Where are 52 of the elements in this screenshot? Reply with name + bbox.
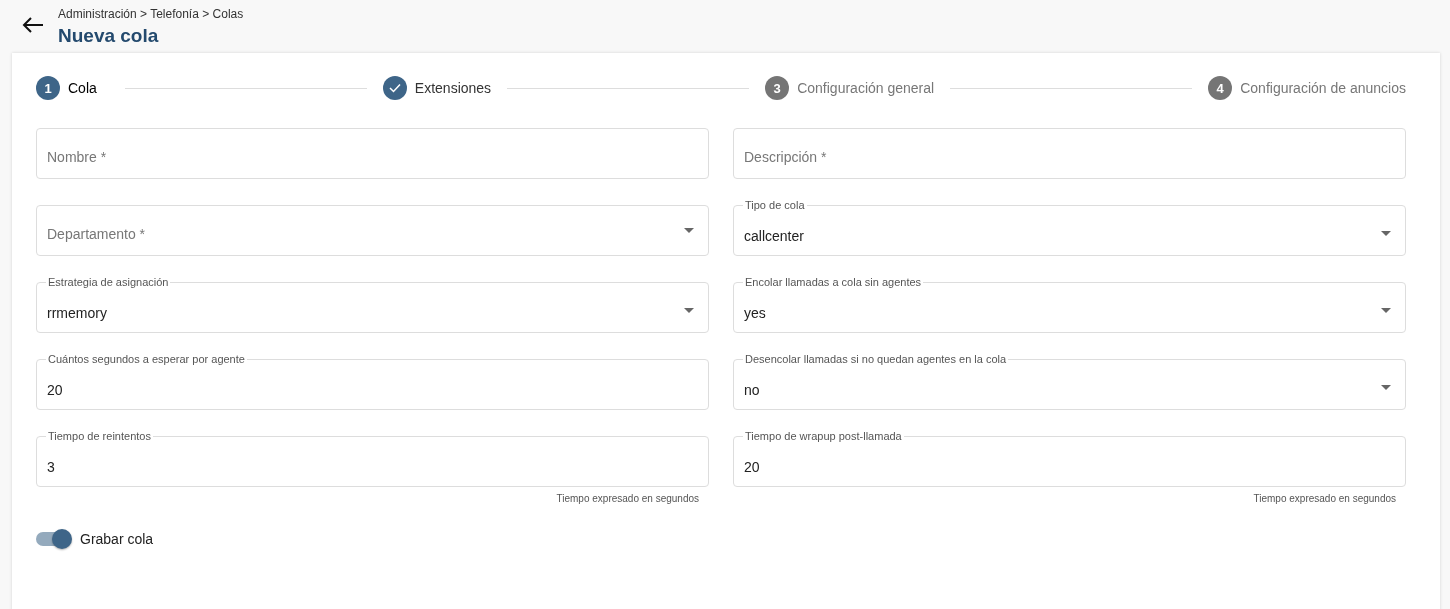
step[interactable]: 1 Cola [36,76,97,100]
field-label: Tiempo de reintentos [47,430,152,443]
dropdown-caret-icon [684,228,694,233]
field-value: rrmemory [47,304,107,321]
field-value: callcenter [744,227,804,244]
field-label: Desencolar llamadas si no quedan agentes en la cola [744,353,1008,366]
input-field[interactable]: Nombre * [36,128,709,179]
back-arrow-icon [22,17,44,33]
dropdown-field[interactable]: Desencolar llamadas si no quedan agentes en la cola no [733,353,1406,410]
step-number: 1 [36,76,60,100]
helper-text: Tiempo expresado en segundos [1253,493,1396,504]
toggle-label: Grabar cola [80,531,154,547]
field-placeholder: Descripción * [744,148,827,165]
back-button[interactable] [22,17,44,33]
field-value: 20 [744,458,760,475]
step-number: 4 [1208,76,1233,100]
field-label: Cuántos segundos a esperar por agente [47,353,246,366]
input-field[interactable]: Tiempo de wrapup post-llamada 20 [733,430,1406,487]
dropdown-caret-icon [684,308,694,313]
dropdown-field[interactable]: Departamento * [36,205,709,256]
step[interactable]: 4 Configuración de anuncios [1208,76,1406,100]
breadcrumb: Administración > Telefonía > Colas [58,6,244,22]
field-value: 3 [47,458,55,475]
step-number: 3 [765,76,790,100]
field-value: no [744,381,760,398]
field-label: Encolar llamadas a cola sin agentes [744,276,923,289]
helper-text: Tiempo expresado en segundos [556,493,699,504]
dropdown-caret-icon [1381,385,1391,390]
field-placeholder: Departamento * [47,225,146,242]
dropdown-caret-icon [1381,308,1391,313]
page-title: Nueva cola [58,24,160,48]
step[interactable]: Extensiones [382,76,492,100]
field-placeholder: Nombre * [47,148,107,165]
dropdown-field[interactable]: Encolar llamadas a cola sin agentes yes [733,276,1406,333]
step[interactable]: 3 Configuración general [765,76,935,100]
dropdown-caret-icon [1381,231,1391,236]
input-field[interactable]: Descripción * [733,128,1406,179]
field-label: Estrategia de asignación [47,276,170,289]
step-label: Cola [68,80,97,96]
step-label: Extensiones [414,80,492,96]
toggle-switch[interactable] [36,529,72,549]
input-field[interactable]: Tiempo de reintentos 3 [36,430,709,487]
field-value: 20 [47,381,63,398]
dropdown-field[interactable]: Tipo de cola callcenter [733,199,1406,256]
dropdown-field[interactable]: Estrategia de asignación rrmemory [36,276,709,333]
step-label: Configuración general [797,80,935,96]
step-label: Configuración de anuncios [1240,80,1406,96]
input-field[interactable]: Cuántos segundos a esperar por agente 20 [36,353,709,410]
field-label: Tipo de cola [744,199,806,212]
field-label: Tiempo de wrapup post-llamada [744,430,903,443]
step-check-icon [382,76,407,100]
field-value: yes [744,304,766,321]
